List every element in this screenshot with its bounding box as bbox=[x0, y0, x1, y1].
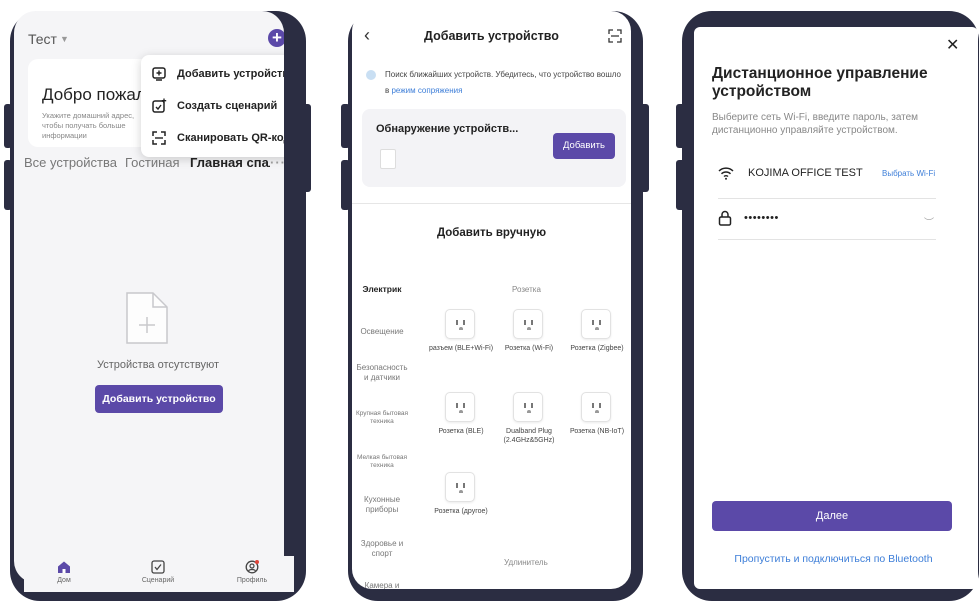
section-extender: Удлинитель bbox=[504, 558, 548, 567]
section-socket: Розетка bbox=[512, 285, 541, 294]
home-title: Тест bbox=[28, 31, 57, 47]
scenario-add-icon bbox=[152, 98, 167, 113]
close-icon[interactable]: ✕ bbox=[946, 35, 959, 55]
search-hint: Поиск ближайших устройств. Убедитесь, чт… bbox=[385, 67, 625, 99]
discover-card: Обнаружение устройств... Добавить bbox=[362, 109, 626, 187]
nav-label: Сценарий bbox=[141, 577, 175, 584]
device-label: Розетка (NB-IoT) bbox=[569, 428, 625, 435]
scan-icon bbox=[152, 131, 166, 145]
home-icon bbox=[58, 561, 70, 573]
menu-item-create-scenario[interactable]: Создать сценарий bbox=[151, 95, 277, 117]
divider bbox=[718, 239, 936, 240]
welcome-subtitle: Укажите домашний адрес, чтобы получать б… bbox=[42, 111, 135, 140]
add-device-screen: ‹ Добавить устройство Поиск ближайших ус… bbox=[352, 11, 631, 589]
outlet-icon[interactable] bbox=[513, 392, 543, 422]
outlet-icon[interactable] bbox=[581, 309, 611, 339]
add-plus-button[interactable]: + bbox=[268, 29, 284, 47]
outlet-icon[interactable] bbox=[581, 392, 611, 422]
room-tabs: Все устройства Гостиная Главная спальня … bbox=[10, 155, 306, 175]
wifi-setup-screen: ✕ Дистанционное управление устройством В… bbox=[694, 27, 978, 589]
discover-add-button[interactable]: Добавить bbox=[553, 133, 615, 159]
outlet-icon[interactable] bbox=[445, 392, 475, 422]
category-small-appliances[interactable]: Мелкая бытовая техника bbox=[354, 454, 410, 470]
dropdown-arrow-icon: ▼ bbox=[59, 34, 69, 44]
empty-text: Устройства отсутствуют bbox=[97, 359, 219, 371]
wifi-name: KOJIMA OFFICE TEST bbox=[748, 167, 863, 179]
bluetooth-connect-link[interactable]: Пропустить и подключиться по Bluetooth bbox=[694, 553, 973, 565]
choose-wifi-link[interactable]: Выбрать Wi-Fi bbox=[882, 169, 935, 178]
lock-icon bbox=[718, 210, 732, 226]
device-add-icon bbox=[152, 67, 166, 81]
profile-icon bbox=[245, 560, 259, 574]
scan-icon[interactable] bbox=[608, 29, 622, 43]
add-device-button[interactable]: Добавить устройство bbox=[95, 385, 223, 413]
password-value: •••••••• bbox=[744, 212, 779, 224]
outlet-icon[interactable] bbox=[445, 309, 475, 339]
page-subtitle: Выберите сеть Wi-Fi, введите пароль, зат… bbox=[712, 112, 919, 136]
search-status-icon bbox=[366, 70, 376, 80]
menu-item-label: Сканировать QR-код bbox=[177, 132, 284, 144]
nav-label: Дом bbox=[57, 577, 71, 584]
category-security[interactable]: Безопасность и датчики bbox=[354, 363, 410, 383]
menu-item-label: Добавить устройство bbox=[177, 68, 284, 80]
discover-title: Обнаружение устройств... bbox=[376, 123, 519, 135]
divider bbox=[718, 198, 936, 199]
device-label: Розетка (Zigbee) bbox=[570, 345, 624, 352]
nav-profile[interactable]: Профиль bbox=[222, 560, 282, 584]
eye-closed-icon[interactable]: ︶ bbox=[924, 214, 934, 229]
pairing-mode-link[interactable]: режим сопряжения bbox=[391, 86, 462, 95]
empty-document-icon bbox=[126, 292, 168, 344]
category-lighting[interactable]: Освещение bbox=[354, 327, 410, 337]
wifi-icon bbox=[718, 167, 734, 180]
device-label: Розетка (Wi-Fi) bbox=[504, 345, 554, 352]
device-label: Dualband Plug (2.4GHz&5GHz) bbox=[503, 428, 555, 444]
page-title: Добавить устройство bbox=[424, 29, 559, 43]
outlet-icon[interactable] bbox=[513, 309, 543, 339]
password-field[interactable]: •••••••• ︶ bbox=[718, 210, 948, 230]
tab-main-bedroom[interactable]: Главная спальня bbox=[190, 155, 270, 170]
bottom-nav: Дом Сценарий Профиль bbox=[24, 556, 294, 592]
device-label: Розетка (другое) bbox=[434, 508, 488, 515]
category-large-appliances[interactable]: Крупная бытовая техника bbox=[354, 410, 410, 426]
wifi-field[interactable]: KOJIMA OFFICE TEST Выбрать Wi-Fi bbox=[718, 164, 958, 186]
tab-all-devices[interactable]: Все устройства bbox=[24, 155, 117, 170]
next-button[interactable]: Далее bbox=[712, 501, 952, 531]
scenario-icon bbox=[151, 560, 165, 574]
nav-scenario[interactable]: Сценарий bbox=[128, 560, 188, 584]
manual-add-title: Добавить вручную bbox=[436, 227, 547, 239]
discovered-device-icon bbox=[380, 149, 396, 169]
nav-label: Профиль bbox=[236, 577, 268, 584]
category-camera[interactable]: Камера и bbox=[354, 581, 410, 589]
category-electric[interactable]: Электрик bbox=[354, 284, 410, 294]
tab-living-room[interactable]: Гостиная bbox=[125, 155, 180, 170]
home-selector[interactable]: Тест ▼ bbox=[28, 31, 69, 47]
home-screen: Тест ▼ + Добро пожаловать Укажите домашни… bbox=[14, 11, 284, 583]
menu-item-add-device[interactable]: Добавить устройство bbox=[151, 63, 284, 85]
add-popup-menu: Добавить устройство Создать сценарий Ска… bbox=[141, 55, 284, 157]
category-kitchen[interactable]: Кухонные приборы bbox=[354, 495, 410, 515]
outlet-icon[interactable] bbox=[445, 472, 475, 502]
page-title: Дистанционное управление устройством bbox=[712, 65, 928, 100]
tabs-more-button[interactable]: ··· bbox=[270, 155, 286, 170]
divider bbox=[352, 203, 631, 204]
menu-item-label: Создать сценарий bbox=[177, 100, 278, 112]
nav-home[interactable]: Дом bbox=[34, 560, 94, 584]
device-label: Розетка (BLE) bbox=[438, 428, 484, 435]
menu-item-scan-qr[interactable]: Сканировать QR-код bbox=[151, 127, 284, 149]
device-label: разъем (BLE+Wi-Fi) bbox=[428, 345, 494, 352]
category-health[interactable]: Здоровье и спорт bbox=[354, 539, 410, 559]
